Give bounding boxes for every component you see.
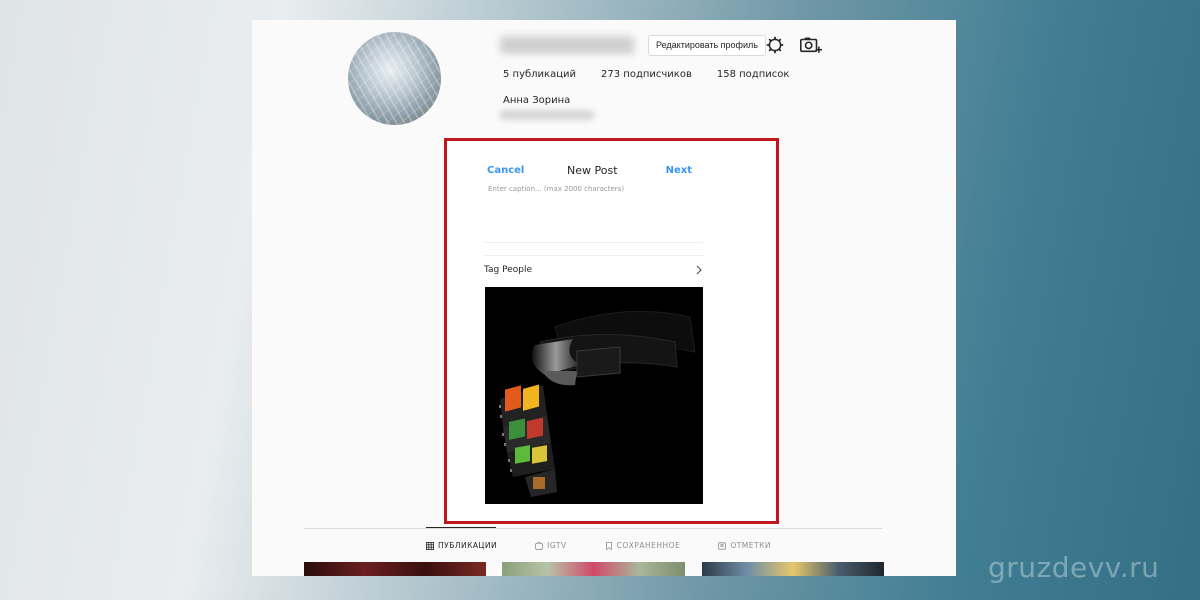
new-post-title: New Post	[567, 163, 618, 177]
grid-icon	[426, 541, 434, 550]
profile-tabs: ПУБЛИКАЦИИ IGTV СОХРАНЕННОЕ ОТМЕТКИ	[426, 541, 809, 550]
tag-people-row[interactable]: Tag People	[484, 261, 703, 279]
tabs-divider	[304, 528, 882, 529]
post-image-preview	[485, 287, 703, 504]
watermark: gruzdevv.ru	[988, 551, 1160, 584]
tab-igtv-label: IGTV	[547, 541, 567, 550]
tab-saved-label: СОХРАНЕННОЕ	[616, 541, 681, 550]
chevron-right-icon	[696, 265, 702, 275]
post-thumbnail[interactable]	[304, 562, 486, 576]
film-strip-image	[499, 310, 696, 497]
new-post-panel: Cancel New Post Next Tag People	[444, 138, 779, 524]
avatar[interactable]	[348, 32, 441, 125]
add-photo-icon[interactable]	[800, 36, 822, 54]
active-tab-indicator	[426, 527, 496, 528]
caption-input[interactable]	[484, 181, 703, 243]
username-blurred	[500, 36, 634, 54]
profile-stats: 5 публикаций 273 подписчиков 158 подписо…	[503, 69, 814, 80]
post-thumbnail[interactable]	[702, 562, 884, 576]
igtv-icon	[535, 541, 543, 550]
tab-tagged[interactable]: ОТМЕТКИ	[718, 541, 771, 550]
tab-posts-label: ПУБЛИКАЦИИ	[438, 541, 498, 550]
gear-icon[interactable]	[766, 36, 784, 54]
cancel-button[interactable]: Cancel	[487, 165, 524, 176]
post-grid	[304, 562, 884, 576]
tab-posts[interactable]: ПУБЛИКАЦИИ	[426, 541, 497, 550]
tag-people-label: Tag People	[484, 265, 532, 275]
following-count[interactable]: 158 подписок	[717, 69, 790, 80]
followers-count[interactable]: 273 подписчиков	[601, 69, 692, 80]
instagram-profile-screen: Редактировать профиль 5 публикаций 273 п…	[252, 20, 956, 576]
profile-full-name: Анна Зорина	[503, 95, 571, 106]
tagged-icon	[718, 541, 727, 550]
bio-blurred	[500, 110, 594, 120]
tab-tagged-label: ОТМЕТКИ	[730, 541, 772, 550]
tab-igtv[interactable]: IGTV	[535, 541, 566, 550]
tab-saved[interactable]: СОХРАНЕННОЕ	[605, 541, 681, 550]
edit-profile-button[interactable]: Редактировать профиль	[648, 35, 766, 56]
bookmark-icon	[605, 541, 612, 550]
post-thumbnail[interactable]	[502, 562, 685, 576]
new-post-header: Cancel New Post Next	[487, 163, 692, 177]
divider	[484, 255, 703, 256]
next-button[interactable]: Next	[666, 165, 692, 176]
posts-count[interactable]: 5 публикаций	[503, 69, 576, 80]
